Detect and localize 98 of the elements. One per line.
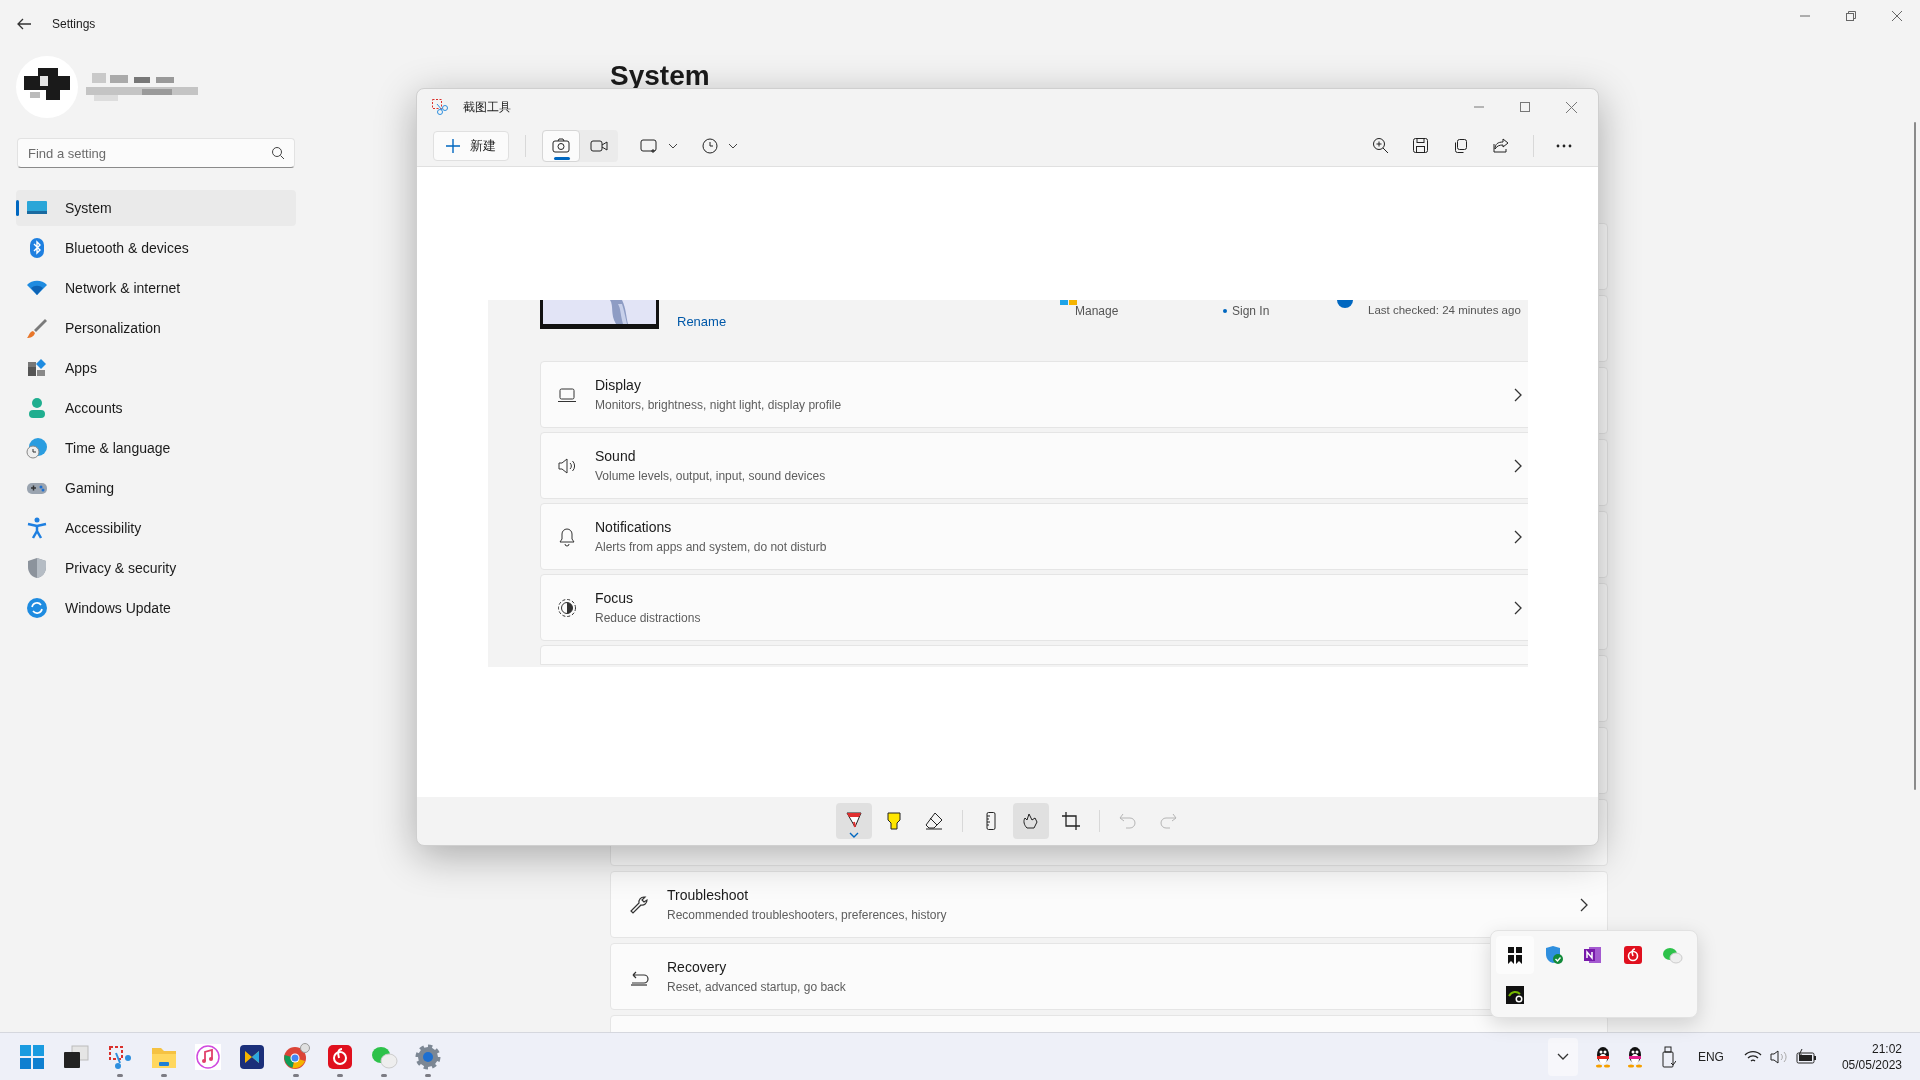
paintbrush-icon	[26, 317, 48, 339]
shield-icon	[26, 557, 48, 579]
close-icon	[1565, 101, 1577, 113]
chevron-down-icon	[668, 142, 678, 149]
music-note-app-icon	[1621, 944, 1644, 966]
new-button[interactable]: 新建	[433, 130, 509, 161]
scissors-icon	[431, 98, 449, 116]
start-icon	[18, 1042, 46, 1071]
save-icon	[1412, 136, 1430, 155]
restore-icon	[1846, 11, 1856, 21]
nav-item[interactable]: Apps	[16, 350, 296, 386]
manage-label: Manage	[1075, 303, 1119, 320]
card-subtitle: Alerts from apps and system, do not disturb	[595, 539, 827, 556]
chevron-down-icon	[848, 832, 859, 838]
rename-link[interactable]: Rename	[677, 312, 727, 332]
search-field[interactable]: Find a setting	[17, 138, 295, 168]
shield-check-icon	[1543, 944, 1566, 966]
card-title: Troubleshoot	[667, 886, 749, 905]
music-icon	[194, 1042, 222, 1071]
card-subtitle: Reset, advanced startup, go back	[667, 979, 846, 996]
nav-item[interactable]: System	[16, 190, 296, 226]
undo-icon	[1117, 811, 1138, 831]
clock-icon	[702, 137, 718, 154]
close-icon	[1892, 11, 1902, 21]
nav-item[interactable]: Time & language	[16, 430, 296, 466]
speaker-icon	[1769, 1048, 1788, 1065]
card-subtitle: Recommended troubleshooters, preferences, history	[667, 907, 947, 924]
music-note-app-icon	[326, 1042, 354, 1071]
search-icon	[271, 146, 285, 160]
card-subtitle: Volume levels, output, input, sound devices	[595, 468, 826, 485]
language-indicator[interactable]: ENG	[1697, 1047, 1724, 1066]
nav-item[interactable]: Windows Update	[16, 590, 296, 626]
crop-icon	[1060, 811, 1081, 831]
bowtie-app-icon	[238, 1042, 266, 1071]
redo-icon	[1157, 811, 1178, 831]
zoom-in-icon	[1372, 136, 1390, 155]
chevron-down-icon	[728, 142, 738, 149]
chevron-right-icon	[1579, 897, 1589, 912]
speaker-icon	[557, 455, 577, 476]
task-view-icon	[62, 1042, 90, 1071]
card-title: Display	[595, 376, 641, 395]
nav-item[interactable]: Privacy & security	[16, 550, 296, 586]
card-title: Notifications	[595, 518, 672, 537]
accessibility-icon	[26, 517, 48, 539]
clock-button[interactable]: 21:02 05/05/2023	[1835, 1040, 1908, 1073]
show-hidden-icons-button[interactable]	[1547, 1037, 1578, 1076]
nav-item[interactable]: Gaming	[16, 470, 296, 506]
camera-icon	[552, 136, 570, 155]
pen-tool[interactable]	[835, 803, 872, 839]
card-title: Recovery	[667, 958, 727, 977]
chevron-down-icon	[1556, 1053, 1569, 1060]
sign-in-label: Sign In	[1232, 303, 1270, 320]
settings-card[interactable]: Troubleshoot Recommended troubleshooters, preferences, history	[610, 871, 1608, 938]
globe-clock-icon	[26, 437, 48, 459]
browser-icon	[282, 1042, 310, 1071]
touch-writing-tool[interactable]	[1012, 803, 1049, 839]
nav-item[interactable]: Bluetooth & devices	[16, 230, 296, 266]
plus-icon	[446, 138, 460, 153]
scrollbar[interactable]	[1914, 122, 1916, 790]
bell-icon	[557, 526, 577, 547]
card-title: Sound	[595, 447, 636, 466]
usb-drive-icon	[1661, 1045, 1676, 1068]
nav-item[interactable]: Accounts	[16, 390, 296, 426]
nav-item[interactable]: Accessibility	[16, 510, 296, 546]
wifi-icon	[1743, 1049, 1762, 1064]
nav-item[interactable]: Network & internet	[16, 270, 296, 306]
nav-item[interactable]: Personalization	[16, 310, 296, 346]
focus-icon	[557, 597, 577, 618]
gear-icon	[414, 1042, 442, 1071]
update-icon	[1337, 300, 1353, 308]
card-subtitle: Reduce distractions	[595, 610, 701, 627]
chevron-right-icon	[1513, 458, 1523, 473]
page-heading: System	[610, 59, 710, 93]
tray-app-button[interactable]	[1496, 936, 1534, 974]
window-title: Settings	[52, 16, 96, 33]
battery-icon	[1795, 1048, 1818, 1065]
share-icon	[1492, 136, 1510, 155]
apps-icon	[26, 357, 48, 379]
windows-logo-icon	[1060, 300, 1078, 306]
capture-mode-tab[interactable]	[542, 129, 580, 162]
graphics-card-icon	[1504, 984, 1526, 1006]
maximize-icon	[1520, 102, 1530, 112]
more-icon	[1556, 143, 1572, 148]
card-title: Focus	[595, 589, 634, 608]
chevron-right-icon	[1513, 387, 1523, 402]
card-subtitle: Monitors, brightness, night light, display profile	[595, 397, 842, 414]
person-icon	[26, 397, 48, 419]
copy-icon	[1452, 136, 1470, 155]
rectangle-snip-icon	[640, 137, 658, 154]
window-title: 截图工具	[463, 99, 511, 116]
chevron-right-icon	[1513, 600, 1523, 615]
avatar-icon	[16, 56, 78, 118]
status-dot-icon	[1223, 309, 1227, 313]
chevron-right-icon	[1513, 529, 1523, 544]
last-checked-label: Last checked: 24 minutes ago	[1368, 303, 1521, 318]
eraser-icon	[923, 811, 944, 831]
wrench-icon	[629, 894, 649, 915]
sync-icon	[26, 597, 48, 619]
